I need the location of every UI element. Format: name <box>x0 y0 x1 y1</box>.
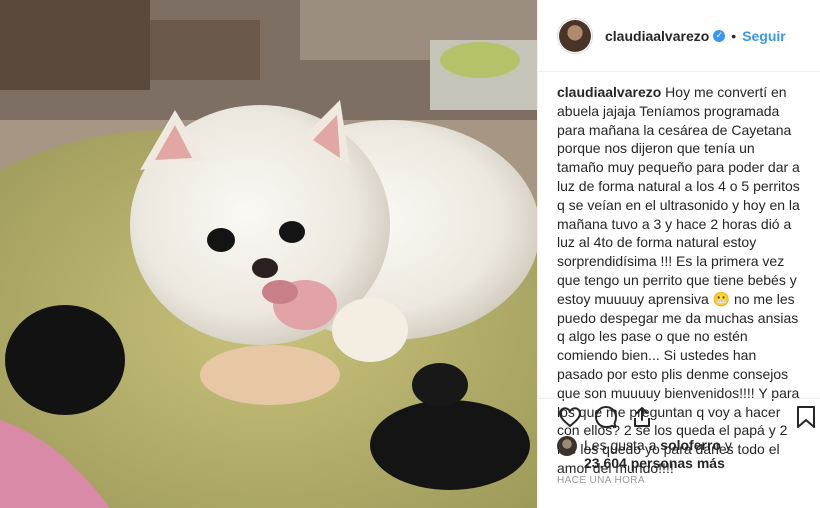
follow-button[interactable]: Seguir <box>742 28 786 44</box>
likes-prefix: Les gusta a <box>584 437 657 453</box>
instagram-post: claudiaalvarezo ✓ • Seguir claudiaalvare… <box>0 0 820 508</box>
action-bar <box>538 398 820 434</box>
heart-icon[interactable] <box>558 405 582 434</box>
post-caption: claudiaalvarezo Hoy me convertí en abuel… <box>538 72 820 476</box>
puppies-photo <box>0 0 537 508</box>
post-photo[interactable] <box>0 0 537 508</box>
profile-avatar[interactable] <box>557 17 593 54</box>
liker-username[interactable]: soloferro <box>660 437 721 453</box>
likes-suffix: y <box>724 437 732 453</box>
likes-count[interactable]: 23.604 personas más <box>584 455 725 471</box>
likes-summary: Les gusta a soloferro y 23.604 personas … <box>557 436 732 472</box>
comment-icon[interactable] <box>594 405 618 434</box>
header-username[interactable]: claudiaalvarezo <box>605 28 709 44</box>
bookmark-icon[interactable] <box>796 405 816 434</box>
share-icon[interactable] <box>630 405 654 434</box>
likes-text: Les gusta a soloferro y 23.604 personas … <box>584 436 732 472</box>
caption-username[interactable]: claudiaalvarezo <box>557 84 661 100</box>
separator-dot: • <box>731 27 737 44</box>
post-timestamp[interactable]: HACE UNA HORA <box>557 475 645 486</box>
avatar-image <box>559 19 591 52</box>
post-sidebar: claudiaalvarezo ✓ • Seguir claudiaalvare… <box>537 0 820 508</box>
verified-badge-icon: ✓ <box>713 29 726 42</box>
liker-avatar[interactable] <box>557 436 577 456</box>
post-header: claudiaalvarezo ✓ • Seguir <box>538 0 820 72</box>
